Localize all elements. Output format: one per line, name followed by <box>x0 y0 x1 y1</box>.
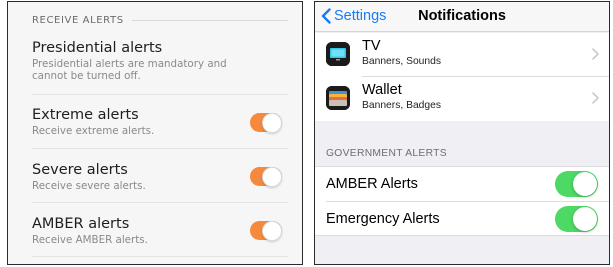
divider <box>32 94 288 95</box>
app-row-wallet[interactable]: Wallet Banners, Badges <box>315 77 609 120</box>
switch-knob <box>573 172 597 196</box>
android-alerts-panel: RECEIVE ALERTS Presidential alerts Presi… <box>7 1 303 265</box>
app-subtitle: Banners, Badges <box>362 100 441 111</box>
severe-alerts-toggle[interactable] <box>250 166 282 187</box>
chevron-right-icon <box>592 48 599 60</box>
page-title: Notifications <box>418 8 506 24</box>
government-alert-label: AMBER Alerts <box>326 176 418 192</box>
toggle-knob <box>262 112 282 133</box>
app-subtitle: Banners, Sounds <box>362 56 441 67</box>
alert-subtitle: Receive AMBER alerts. <box>32 234 148 246</box>
apps-group: TV Banners, Sounds Wallet Banners, Badge… <box>315 33 609 121</box>
app-row-tv[interactable]: TV Banners, Sounds <box>315 33 609 76</box>
divider <box>32 256 288 257</box>
section-header-receive-alerts: RECEIVE ALERTS <box>32 13 288 27</box>
switch-knob <box>573 207 597 231</box>
app-name: TV <box>362 38 381 54</box>
section-header-government-alerts: GOVERNMENT ALERTS <box>326 148 447 159</box>
extreme-alerts-toggle[interactable] <box>250 112 282 133</box>
navigation-bar: Settings Notifications <box>315 2 609 32</box>
toggle-knob <box>262 166 282 187</box>
alert-subtitle: Receive severe alerts. <box>32 180 146 192</box>
alert-subtitle: Receive extreme alerts. <box>32 125 155 137</box>
alert-title: Presidential alerts <box>32 40 163 56</box>
ios-notifications-panel: Settings Notifications TV Banners, Sound… <box>314 1 610 265</box>
divider <box>32 202 288 203</box>
government-alerts-group: AMBER Alerts Emergency Alerts <box>315 166 609 236</box>
tv-app-icon <box>326 42 350 66</box>
government-alert-row-emergency: Emergency Alerts <box>315 202 609 236</box>
alert-item-presidential: Presidential alerts Presidential alerts … <box>32 39 288 82</box>
divider <box>32 148 288 149</box>
section-header-label: RECEIVE ALERTS <box>32 14 124 26</box>
toggle-knob <box>262 220 282 241</box>
section-header-rule <box>131 19 288 21</box>
chevron-right-icon <box>592 92 599 104</box>
wallet-app-icon <box>326 86 350 110</box>
amber-alerts-toggle[interactable] <box>250 220 282 241</box>
government-alert-row-amber: AMBER Alerts <box>315 167 609 201</box>
app-name: Wallet <box>362 82 402 98</box>
alert-subtitle: Presidential alerts are mandatory and ca… <box>32 58 227 82</box>
government-alert-label: Emergency Alerts <box>326 211 440 227</box>
amber-alerts-switch[interactable] <box>555 171 598 197</box>
emergency-alerts-switch[interactable] <box>555 206 598 232</box>
